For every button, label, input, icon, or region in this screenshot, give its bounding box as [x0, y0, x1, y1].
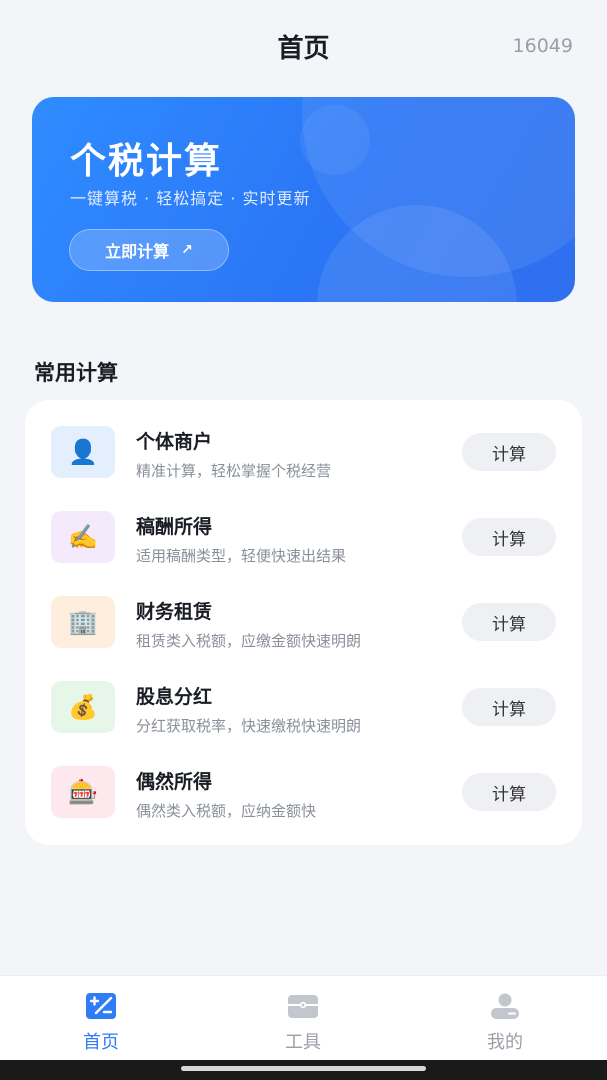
item-name: 财务租赁	[136, 601, 213, 623]
item-description: 偶然类入税额，应纳金额快	[136, 802, 317, 820]
tab-profile[interactable]: 我的	[404, 976, 606, 1061]
arrow-up-right-icon: ↗	[181, 242, 193, 258]
item-description: 精准计算，轻松掌握个税经营	[136, 462, 332, 480]
top-bar: 首页 16049	[0, 0, 607, 96]
banner-subtitle: 一键算税 · 轻松搞定 · 实时更新	[70, 189, 311, 208]
header-id-text: 16049	[512, 35, 573, 57]
tab-label: 首页	[83, 1032, 119, 1053]
list-item[interactable]: 🏢 财务租赁 租赁类入税额，应缴金额快速明朗 计算	[25, 570, 582, 655]
item-description: 租赁类入税额，应缴金额快速明朗	[136, 632, 362, 650]
tab-tools[interactable]: 工具	[202, 976, 404, 1061]
item-description: 分红获取税率，快速缴税快速明朗	[136, 717, 362, 735]
tab-home[interactable]: 首页	[0, 976, 202, 1061]
calculate-button[interactable]: 计算	[462, 518, 556, 556]
item-name: 个体商户	[136, 431, 213, 453]
calculate-button[interactable]: 计算	[462, 603, 556, 641]
calculate-button[interactable]: 计算	[462, 773, 556, 811]
section-title: 常用计算	[34, 361, 118, 385]
banner-title: 个税计算	[70, 141, 223, 182]
person-icon: 👤	[51, 426, 115, 478]
tab-label: 工具	[285, 1032, 321, 1053]
money-bag-icon: 💰	[51, 681, 115, 733]
tax-banner[interactable]: 个税计算 一键算税 · 轻松搞定 · 实时更新 立即计算 ↗	[32, 97, 575, 302]
calculation-list: 👤 个体商户 精准计算，轻松掌握个税经营 计算 ✍️ 稿酬所得 适用稿酬类型，轻…	[25, 400, 582, 845]
list-item[interactable]: ✍️ 稿酬所得 适用稿酬类型，轻便快速出结果 计算	[25, 485, 582, 570]
calculate-now-button[interactable]: 立即计算 ↗	[69, 229, 229, 271]
item-name: 稿酬所得	[136, 516, 213, 538]
calculate-now-label: 立即计算	[105, 242, 170, 261]
item-name: 股息分红	[136, 686, 213, 708]
list-item[interactable]: 👤 个体商户 精准计算，轻松掌握个税经营 计算	[25, 400, 582, 485]
calculate-button[interactable]: 计算	[462, 688, 556, 726]
toolbox-icon	[288, 995, 318, 1018]
calculate-button[interactable]: 计算	[462, 433, 556, 471]
item-name: 偶然所得	[136, 771, 213, 793]
calculator-icon	[86, 993, 116, 1019]
office-building-icon: 🏢	[51, 596, 115, 648]
banner-decor-circle	[300, 105, 370, 175]
tab-label: 我的	[487, 1032, 523, 1053]
home-indicator[interactable]	[181, 1066, 426, 1071]
bottom-tab-bar: 首页 工具 我的	[0, 975, 607, 1061]
list-item[interactable]: 🎰 偶然所得 偶然类入税额，应纳金额快 计算	[25, 740, 582, 825]
slot-machine-icon: 🎰	[51, 766, 115, 818]
writing-hand-icon: ✍️	[51, 511, 115, 563]
item-description: 适用稿酬类型，轻便快速出结果	[136, 547, 347, 565]
user-icon	[491, 993, 519, 1019]
system-home-bar	[0, 1060, 607, 1080]
list-item[interactable]: 💰 股息分红 分红获取税率，快速缴税快速明朗 计算	[25, 655, 582, 740]
